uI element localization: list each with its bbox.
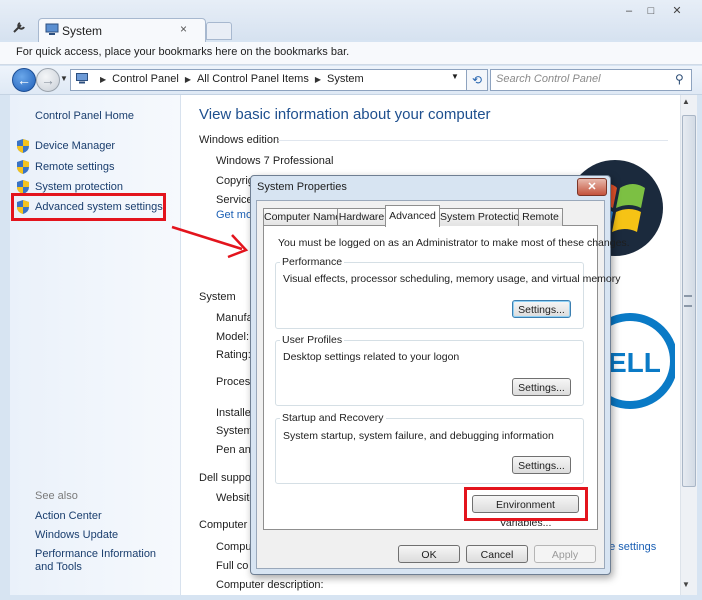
new-tab-button[interactable]: [206, 22, 232, 40]
tab-title: System: [62, 24, 103, 38]
scroll-grip-icon: [684, 295, 692, 307]
annotation-highlight-box: [464, 487, 588, 521]
user-profiles-description: Desktop settings related to your logon: [283, 351, 460, 363]
search-icon[interactable]: ⚲: [675, 72, 684, 86]
system-type-label: System: [216, 425, 253, 437]
shield-icon: [17, 160, 29, 174]
scroll-down-icon[interactable]: ▼: [682, 580, 690, 589]
back-button[interactable]: ←: [12, 68, 36, 92]
computer-icon: [45, 23, 59, 35]
see-also-heading: See also: [35, 490, 78, 502]
minimize-button[interactable]: –: [618, 4, 640, 18]
windows-edition-heading: Windows edition: [199, 134, 280, 146]
breadcrumb-arrow-icon[interactable]: ▶: [185, 75, 191, 84]
see-also-windows-update[interactable]: Windows Update: [35, 529, 118, 541]
apply-button[interactable]: Apply: [534, 545, 596, 563]
bookmarks-bar-message: For quick access, place your bookmarks h…: [16, 46, 350, 58]
breadcrumb-system[interactable]: System: [327, 73, 364, 85]
wrench-icon[interactable]: [12, 20, 28, 34]
back-arrow-icon: ←: [17, 72, 31, 88]
see-also-action-center[interactable]: Action Center: [35, 510, 102, 522]
tab-advanced[interactable]: Advanced: [385, 205, 440, 227]
startup-recovery-label: Startup and Recovery: [280, 412, 386, 424]
ok-button[interactable]: OK: [398, 545, 460, 563]
system-heading: System: [199, 291, 236, 303]
tab-system-protection[interactable]: System Protection: [439, 208, 525, 226]
breadcrumb: ▶ Control Panel ▶ All Control Panel Items ▶ S…: [94, 73, 364, 85]
section-divider: [278, 140, 668, 141]
see-also-performance-information[interactable]: Performance Information and Tools: [35, 548, 175, 574]
breadcrumb-arrow-icon[interactable]: ▶: [100, 75, 106, 84]
annotation-highlight-box: [11, 193, 166, 221]
shield-icon: [17, 139, 29, 153]
administrator-message: You must be logged on as an Administrato…: [278, 237, 630, 249]
refresh-icon: ⟲: [471, 73, 483, 87]
computer-name-label: Compu: [216, 541, 252, 553]
annotation-arrow: [171, 225, 249, 259]
user-profiles-label: User Profiles: [280, 334, 345, 346]
recent-pages-dropdown-icon[interactable]: ▼: [60, 74, 68, 83]
rating-label: Rating:: [216, 349, 251, 361]
windows-edition-value: Windows 7 Professional: [216, 155, 334, 167]
tab-hardware[interactable]: Hardware: [337, 208, 386, 226]
computer-name-heading: Computer n: [199, 519, 257, 531]
manufacturer-label: Manufa: [216, 312, 253, 324]
performance-settings-button[interactable]: Settings...: [512, 300, 571, 318]
dialog-close-button[interactable]: ✕: [577, 178, 607, 196]
shield-icon: [17, 180, 29, 194]
tab-close-icon[interactable]: ×: [180, 22, 187, 36]
model-label: Model:: [216, 331, 250, 343]
sidebar-item-device-manager[interactable]: Device Manager: [35, 140, 115, 152]
computer-description-label: Computer description:: [216, 579, 324, 591]
svg-text:ELL: ELL: [608, 347, 661, 378]
cancel-button[interactable]: Cancel: [466, 545, 528, 563]
tab-computer-name[interactable]: Computer Name: [263, 208, 341, 226]
startup-recovery-settings-button[interactable]: Settings...: [512, 456, 571, 474]
breadcrumb-all-items[interactable]: All Control Panel Items: [197, 73, 309, 85]
performance-description: Visual effects, processor scheduling, me…: [283, 273, 621, 285]
sidebar-item-system-protection[interactable]: System protection: [35, 181, 123, 193]
page-title: View basic information about your comput…: [199, 106, 491, 123]
search-placeholder: Search Control Panel: [496, 73, 601, 85]
address-dropdown-icon[interactable]: ▼: [451, 72, 459, 81]
maximize-button[interactable]: □: [640, 4, 662, 18]
sidebar-item-remote-settings[interactable]: Remote settings: [35, 161, 114, 173]
breadcrumb-control-panel[interactable]: Control Panel: [112, 73, 179, 85]
dell-support-heading: Dell suppor: [199, 472, 255, 484]
dialog-title: System Properties: [257, 181, 347, 193]
scroll-up-icon[interactable]: ▲: [682, 97, 690, 106]
user-profiles-settings-button[interactable]: Settings...: [512, 378, 571, 396]
tab-remote[interactable]: Remote: [518, 208, 563, 226]
copyright-text: Copyrig: [216, 175, 254, 187]
full-computer-name-label: Full co: [216, 560, 249, 572]
close-window-button[interactable]: ✕: [666, 4, 688, 18]
control-panel-icon: [76, 73, 88, 84]
forward-arrow-icon: →: [41, 72, 55, 88]
control-panel-home-link[interactable]: Control Panel Home: [35, 110, 134, 122]
forward-button[interactable]: →: [36, 68, 60, 92]
breadcrumb-arrow-icon[interactable]: ▶: [315, 75, 321, 84]
performance-label: Performance: [280, 256, 345, 268]
startup-recovery-description: System startup, system failure, and debu…: [283, 430, 554, 442]
refresh-button[interactable]: ⟲: [466, 69, 488, 91]
